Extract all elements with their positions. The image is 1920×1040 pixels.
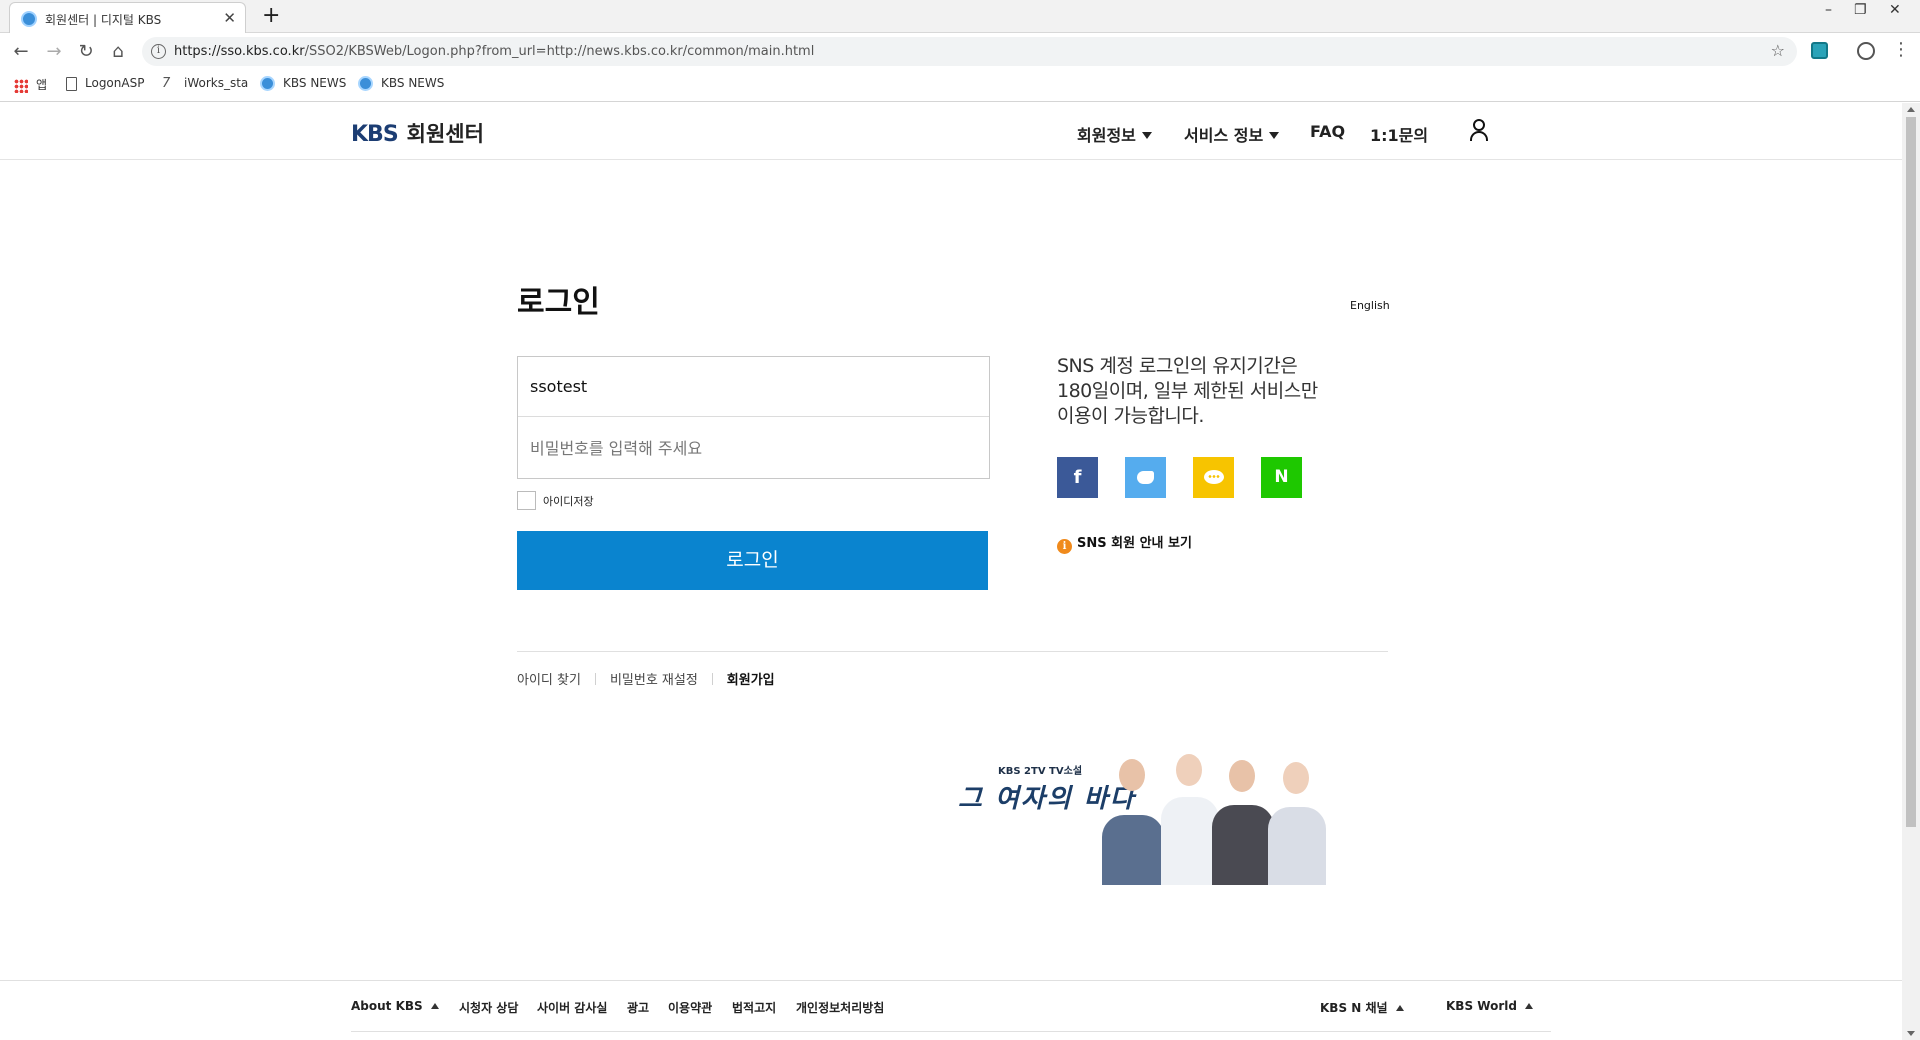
site-info-icon[interactable]: i <box>151 44 166 59</box>
site-header: KBS 회원센터 회원정보 서비스 정보 FAQ 1:1문의 <box>0 103 1902 160</box>
english-link[interactable]: English <box>1350 299 1390 312</box>
signup-link[interactable]: 회원가입 <box>727 669 775 688</box>
page-title: 로그인 <box>517 285 600 320</box>
bookmark-apps[interactable]: 앱 <box>14 76 47 96</box>
save-id-checkbox[interactable] <box>517 491 536 510</box>
footer-link-ad[interactable]: 광고 <box>627 999 649 1016</box>
tab-title: 회원센터 | 디지털 KBS <box>45 13 162 27</box>
scroll-down-icon[interactable] <box>1907 1031 1915 1036</box>
bookmark-star-icon[interactable]: ☆ <box>1771 41 1785 60</box>
user-icon[interactable] <box>1469 119 1489 141</box>
save-id-label[interactable]: 아이디저장 <box>543 493 594 509</box>
caret-down-icon <box>1141 132 1152 139</box>
new-tab-icon[interactable]: + <box>262 3 280 28</box>
window-close-icon[interactable]: ✕ <box>1889 2 1901 18</box>
tab-close-icon[interactable]: ✕ <box>223 9 236 27</box>
sns-info-text: SNS 계정 로그인의 유지기간은 180일이며, 일부 제한된 서비스만 이용… <box>1057 355 1318 427</box>
password-field[interactable] <box>518 418 989 478</box>
scroll-thumb[interactable] <box>1906 117 1916 827</box>
caret-up-icon <box>1395 1005 1404 1011</box>
nav-service-info[interactable]: 서비스 정보 <box>1184 122 1280 146</box>
nav-faq[interactable]: FAQ <box>1310 122 1345 141</box>
caret-up-icon <box>430 1003 439 1009</box>
caret-up-icon <box>1524 1003 1533 1009</box>
browser-menu-icon[interactable]: ⋮ <box>1892 39 1910 60</box>
kbs-favicon-icon <box>21 11 37 27</box>
separator <box>594 673 596 685</box>
kakao-icon <box>1203 470 1224 484</box>
footer-link-privacy[interactable]: 개인정보처리방침 <box>796 999 884 1016</box>
account-links: 아이디 찾기 비밀번호 재설정 회원가입 <box>517 669 775 688</box>
profile-icon[interactable] <box>1857 42 1875 60</box>
footer-link-audit[interactable]: 사이버 감사실 <box>537 999 607 1016</box>
nav-inquiry[interactable]: 1:1문의 <box>1370 122 1428 146</box>
site-footer: About KBS 시청자 상담 사이버 감사실 광고 이용약관 법적고지 개인… <box>0 980 1902 1040</box>
bookmarks-bar: 앱 LogonASP 7 iWorks_sta KBS NEWS KBS NEWS <box>0 70 1920 102</box>
bookmark-kbs-news-2[interactable]: KBS NEWS <box>358 76 444 96</box>
id-field[interactable] <box>518 357 989 417</box>
footer-link-legal[interactable]: 법적고지 <box>732 999 776 1016</box>
separator <box>711 673 713 685</box>
twitter-login-button[interactable] <box>1125 457 1166 498</box>
login-input-group <box>517 356 990 479</box>
naver-icon: N <box>1274 467 1289 487</box>
footer-kbs-n-channel[interactable]: KBS N 채널 <box>1320 999 1404 1016</box>
iworks-icon: 7 <box>162 75 171 91</box>
facebook-icon: f <box>1073 467 1082 488</box>
banner-tag: KBS 2TV TV소설 <box>998 766 1083 777</box>
bookmark-logonasp[interactable]: LogonASP <box>66 76 144 96</box>
bookmark-iworks[interactable]: 7 iWorks_sta <box>162 76 248 96</box>
browser-tab[interactable]: 회원센터 | 디지털 KBS ✕ <box>9 2 246 33</box>
reload-icon[interactable]: ↻ <box>73 39 99 65</box>
caret-down-icon <box>1269 132 1280 139</box>
info-icon: i <box>1057 539 1072 554</box>
footer-link-terms[interactable]: 이용약관 <box>668 999 712 1016</box>
footer-about-kbs[interactable]: About KBS <box>351 999 439 1013</box>
drama-banner[interactable]: KBS 2TV TV소설 그 여자의 바다 <box>956 752 1356 885</box>
login-button[interactable]: 로그인 <box>517 531 988 590</box>
browser-toolbar: ← → ↻ ⌂ i https://sso.kbs.co.kr/SSO2/KBS… <box>0 33 1920 70</box>
address-bar[interactable]: i https://sso.kbs.co.kr/SSO2/KBSWeb/Logo… <box>142 37 1797 66</box>
footer-divider <box>351 1031 1551 1032</box>
tab-bar: 회원센터 | 디지털 KBS ✕ + – ❐ ✕ <box>0 0 1920 33</box>
divider <box>517 651 1388 652</box>
page-scrollbar[interactable] <box>1902 103 1920 1040</box>
nav-member-info[interactable]: 회원정보 <box>1077 122 1152 146</box>
restore-icon[interactable]: ❐ <box>1854 2 1867 18</box>
kbs-favicon-icon <box>260 76 275 91</box>
minimize-icon[interactable]: – <box>1825 2 1832 18</box>
footer-kbs-world[interactable]: KBS World <box>1446 999 1533 1013</box>
naver-login-button[interactable]: N <box>1261 457 1302 498</box>
banner-title: 그 여자의 바다 <box>958 784 1136 814</box>
bookmark-kbs-news-1[interactable]: KBS NEWS <box>260 76 346 96</box>
kbs-logo[interactable]: KBS 회원센터 <box>351 118 484 148</box>
kbs-favicon-icon <box>358 76 373 91</box>
facebook-login-button[interactable]: f <box>1057 457 1098 498</box>
reset-password-link[interactable]: 비밀번호 재설정 <box>610 669 698 688</box>
page-icon <box>66 76 77 91</box>
home-icon[interactable]: ⌂ <box>105 39 131 65</box>
back-icon[interactable]: ← <box>8 39 34 65</box>
forward-icon[interactable]: → <box>41 39 67 65</box>
extension-icon[interactable] <box>1811 42 1828 59</box>
find-id-link[interactable]: 아이디 찾기 <box>517 669 581 688</box>
url-text[interactable]: https://sso.kbs.co.kr/SSO2/KBSWeb/Logon.… <box>174 44 814 59</box>
sns-guide-link[interactable]: i SNS 회원 안내 보기 <box>1057 532 1192 554</box>
scroll-up-icon[interactable] <box>1907 107 1915 112</box>
browser-window: 회원센터 | 디지털 KBS ✕ + – ❐ ✕ ← → ↻ ⌂ i https… <box>0 0 1920 1040</box>
twitter-icon <box>1137 471 1154 484</box>
kakao-login-button[interactable] <box>1193 457 1234 498</box>
apps-grid-icon <box>14 78 28 93</box>
footer-link-consult[interactable]: 시청자 상담 <box>459 999 518 1016</box>
